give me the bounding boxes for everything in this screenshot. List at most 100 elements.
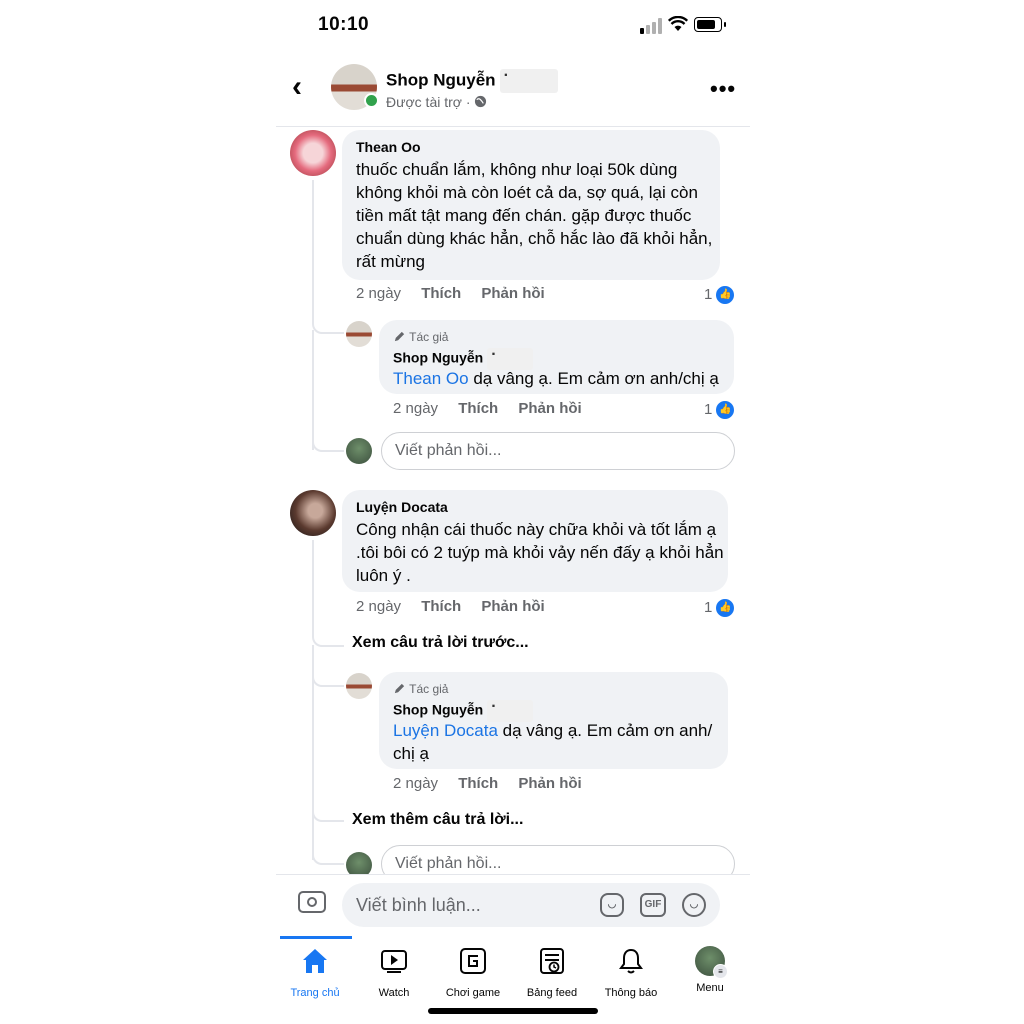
page-avatar-small[interactable] [346, 673, 372, 699]
phone-screen: 10:10 ‹ Shop Nguyễn Được tài trợ · ••• [276, 0, 750, 1024]
author-badge: Tác giả [393, 682, 448, 696]
thread-connector [312, 645, 344, 687]
blurred-badge [499, 67, 558, 93]
view-previous-replies[interactable]: Xem câu trả lời trước... [352, 634, 529, 652]
comment-input[interactable]: Viết bình luận... ◡ GIF ◡ [342, 883, 720, 927]
page-name[interactable]: Shop Nguyễn [386, 67, 558, 93]
like-button[interactable]: Thích [458, 400, 498, 417]
like-reaction-icon: 👍 [715, 598, 736, 618]
tab-label: Trang chủ [290, 987, 340, 999]
thread-connector [312, 180, 344, 334]
reaction-count-number: 1 [704, 598, 713, 616]
menu-avatar-icon: ≡ [695, 946, 728, 979]
reply-button[interactable]: Phản hồi [518, 775, 581, 792]
gaming-icon [460, 948, 486, 974]
comment-text: thuốc chuẩn lắm, không như loại 50k dùng… [356, 160, 713, 271]
reaction-count-number: 1 [704, 400, 713, 418]
tab-label: Watch [378, 987, 410, 999]
online-status-dot [364, 93, 379, 108]
gif-icon[interactable]: GIF [640, 893, 666, 917]
like-button[interactable]: Thích [458, 775, 498, 792]
reply-text: Thean Oo dạ vâng ạ. Em cảm ơn anh/chị ạ [393, 367, 728, 390]
comment-placeholder: Viết bình luận... [356, 895, 481, 915]
battery-icon [694, 17, 726, 32]
comment-actions: 2 ngày Thích Phản hồi [356, 285, 561, 302]
home-icon [303, 949, 327, 973]
comment-composer: Viết bình luận... ◡ GIF ◡ [276, 874, 750, 937]
tab-label: Menu [696, 982, 724, 994]
tab-feed[interactable]: Bảng feed [513, 946, 591, 999]
reply-input[interactable]: Viết phản hồi... [381, 432, 735, 470]
commenter-avatar[interactable] [290, 130, 336, 176]
thread-connector [312, 540, 344, 647]
comment-time: 2 ngày [356, 285, 402, 302]
comment-author[interactable]: Thean Oo [356, 139, 421, 155]
feed-icon [540, 948, 564, 974]
user-avatar [346, 438, 372, 464]
reply-text: Luyện Docata dạ vâng ạ. Em cảm ơn anh/ c… [393, 719, 723, 765]
like-reaction-icon: 👍 [715, 400, 736, 420]
commenter-avatar[interactable] [290, 490, 336, 536]
author-badge-text: Tác giả [409, 330, 449, 344]
tab-label: Chơi game [445, 987, 501, 999]
status-time: 10:10 [318, 14, 370, 35]
reply-actions: 2 ngày Thích Phản hồi [393, 775, 598, 792]
comment-actions: 2 ngày Thích Phản hồi [356, 598, 561, 615]
active-tab-indicator [280, 936, 352, 939]
reply-author-text: Shop Nguyễn [393, 701, 484, 718]
sponsored-label: Được tài trợ · [386, 94, 487, 110]
mention-link[interactable]: Thean Oo [393, 369, 469, 388]
avatar-sticker-icon[interactable]: ◡ [600, 893, 624, 917]
author-badge-text: Tác giả [409, 682, 449, 696]
watch-icon [381, 950, 407, 973]
mention-link[interactable]: Luyện Docata [393, 721, 498, 740]
globe-icon [475, 95, 487, 108]
tab-watch[interactable]: Watch [355, 946, 433, 999]
cellular-signal-icon [640, 18, 662, 34]
like-button[interactable]: Thích [421, 598, 461, 615]
like-button[interactable]: Thích [421, 285, 461, 302]
camera-icon[interactable] [298, 891, 326, 913]
bell-icon [619, 948, 643, 974]
sponsored-text: Được tài trợ · [386, 94, 471, 110]
menu-badge-icon: ≡ [713, 964, 728, 979]
comment-time: 2 ngày [356, 598, 402, 615]
reply-actions: 2 ngày Thích Phản hồi [393, 400, 598, 417]
status-bar: 10:10 [276, 0, 750, 52]
like-reaction-icon: 👍 [715, 285, 736, 305]
more-options-icon[interactable]: ••• [710, 76, 736, 102]
thread-connector [312, 420, 344, 452]
reaction-count[interactable]: 1 👍 [704, 598, 736, 618]
reply-body: dạ vâng ạ. Em cảm ơn anh/chị ạ [468, 369, 719, 388]
reply-button[interactable]: Phản hồi [481, 598, 544, 615]
tab-label: Thông báo [604, 987, 658, 999]
page-avatar-small[interactable] [346, 321, 372, 347]
tab-label: Bảng feed [526, 987, 578, 999]
comment-text: Công nhận cái thuốc này chữa khỏi và tốt… [356, 520, 724, 585]
pencil-icon [394, 331, 405, 342]
emoji-icon[interactable]: ◡ [682, 893, 706, 917]
tab-notifications[interactable]: Thông báo [592, 946, 670, 999]
post-header: ‹ Shop Nguyễn Được tài trợ · ••• [276, 52, 750, 127]
reply-button[interactable]: Phản hồi [518, 400, 581, 417]
wifi-icon [668, 16, 688, 31]
page-avatar[interactable] [331, 64, 379, 110]
reply-author-text: Shop Nguyễn [393, 349, 484, 366]
author-badge: Tác giả [393, 330, 448, 344]
pencil-icon [394, 683, 405, 694]
comment-author[interactable]: Luyện Docata [356, 499, 448, 515]
tab-home[interactable]: Trang chủ [276, 946, 354, 999]
back-arrow-icon[interactable]: ‹ [292, 72, 302, 102]
thread-connector [312, 790, 344, 822]
reaction-count[interactable]: 1 👍 [704, 400, 736, 420]
view-more-replies[interactable]: Xem thêm câu trả lời... [352, 811, 523, 829]
home-indicator [428, 1008, 598, 1014]
tab-menu[interactable]: ≡ Menu [671, 946, 749, 994]
reaction-count-number: 1 [704, 285, 713, 303]
thread-connector [312, 830, 344, 865]
reply-time: 2 ngày [393, 400, 439, 417]
reply-time: 2 ngày [393, 775, 439, 792]
reply-button[interactable]: Phản hồi [481, 285, 544, 302]
tab-gaming[interactable]: Chơi game [434, 946, 512, 999]
reaction-count[interactable]: 1 👍 [704, 285, 736, 305]
